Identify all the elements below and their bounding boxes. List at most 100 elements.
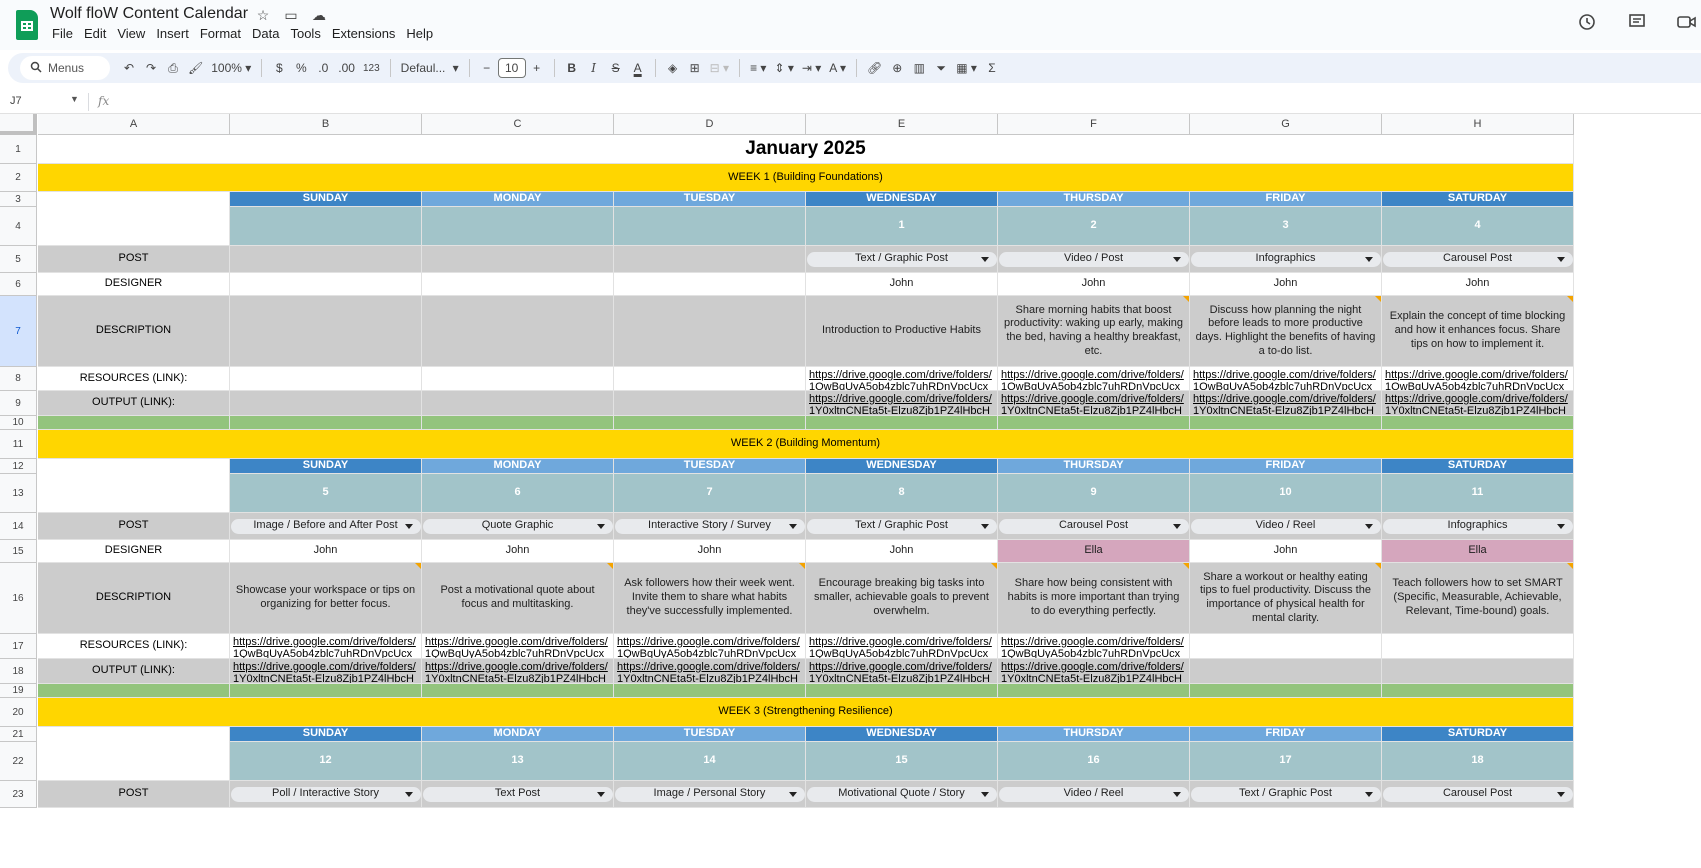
designer-cell[interactable]: Ella <box>998 540 1190 563</box>
designer-cell[interactable]: John <box>806 273 998 296</box>
date-cell[interactable]: 14 <box>614 742 806 781</box>
spacer-cell[interactable] <box>806 416 998 430</box>
description-cell[interactable]: Teach followers how to set SMART (Specif… <box>1382 563 1574 634</box>
post-type-cell[interactable] <box>614 246 806 273</box>
text-wrapping-icon[interactable]: ⇥ ▾ <box>798 56 825 80</box>
date-cell[interactable]: 17 <box>1190 742 1382 781</box>
output-link-cell[interactable]: https://drive.google.com/drive/folders/1… <box>1382 391 1574 416</box>
row-header-2[interactable]: 2 <box>0 164 37 192</box>
row-header-14[interactable]: 14 <box>0 513 37 540</box>
post-type-cell[interactable]: Infographics <box>1382 513 1574 540</box>
fill-color-icon[interactable]: ◈ <box>662 56 684 80</box>
output-label[interactable]: OUTPUT (LINK): <box>38 659 230 684</box>
post-type-dropdown[interactable]: Video / Post <box>998 251 1189 267</box>
day-header-monday[interactable]: MONDAY <box>422 459 614 474</box>
spacer-cell[interactable] <box>38 684 230 698</box>
post-type-cell[interactable]: Carousel Post <box>1382 246 1574 273</box>
spacer-cell[interactable] <box>1382 416 1574 430</box>
output-link-cell[interactable]: https://drive.google.com/drive/folders/1… <box>1190 391 1382 416</box>
post-type-cell[interactable]: Carousel Post <box>1382 781 1574 808</box>
post-type-dropdown[interactable]: Text / Graphic Post <box>1190 786 1381 802</box>
output-link-cell[interactable]: https://drive.google.com/drive/folders/1… <box>230 659 422 684</box>
font-size-decrease-icon[interactable]: − <box>476 56 498 80</box>
spacer-cell[interactable] <box>1190 416 1382 430</box>
resources-label[interactable]: RESOURCES (LINK): <box>38 367 230 391</box>
resource-link-cell[interactable]: https://drive.google.com/drive/folders/1… <box>998 367 1190 391</box>
post-type-cell[interactable]: Poll / Interactive Story <box>230 781 422 808</box>
insert-link-icon[interactable]: 🔗︎ <box>863 56 886 80</box>
blank-cell[interactable] <box>38 192 230 246</box>
designer-cell[interactable]: John <box>806 540 998 563</box>
output-link-cell[interactable] <box>614 391 806 416</box>
day-header-tuesday[interactable]: TUESDAY <box>614 192 806 207</box>
spacer-cell[interactable] <box>230 684 422 698</box>
day-header-tuesday[interactable]: TUESDAY <box>614 727 806 742</box>
row-header-5[interactable]: 5 <box>0 246 37 273</box>
menu-insert[interactable]: Insert <box>156 26 197 41</box>
spacer-cell[interactable] <box>614 416 806 430</box>
description-cell[interactable]: Ask followers how their week went. Invit… <box>614 563 806 634</box>
row-header-9[interactable]: 9 <box>0 391 37 416</box>
merge-cells-icon[interactable]: ⊟ ▾ <box>706 56 733 80</box>
print-icon[interactable]: ⎙ <box>162 56 184 80</box>
description-cell[interactable]: Discuss how planning the night before le… <box>1190 296 1382 367</box>
post-type-cell[interactable]: Text Post <box>422 781 614 808</box>
date-cell[interactable]: 9 <box>998 474 1190 513</box>
menu-extensions[interactable]: Extensions <box>332 26 404 41</box>
day-header-wednesday[interactable]: WEDNESDAY <box>806 459 998 474</box>
date-cell[interactable]: 8 <box>806 474 998 513</box>
date-cell[interactable]: 4 <box>1382 207 1574 246</box>
description-label[interactable]: DESCRIPTION <box>38 563 230 634</box>
post-type-dropdown[interactable]: Text / Graphic Post <box>806 518 997 534</box>
text-rotation-icon[interactable]: A ▾ <box>825 56 850 80</box>
font-select[interactable]: Defaul... ▾ <box>397 56 463 80</box>
post-type-dropdown[interactable]: Poll / Interactive Story <box>230 786 421 802</box>
row-header-23[interactable]: 23 <box>0 781 37 808</box>
designer-cell[interactable]: John <box>614 540 806 563</box>
day-header-monday[interactable]: MONDAY <box>422 192 614 207</box>
resource-link-cell[interactable] <box>1382 634 1574 659</box>
strikethrough-icon[interactable]: S <box>605 56 627 80</box>
designer-cell[interactable]: John <box>1190 540 1382 563</box>
day-header-saturday[interactable]: SATURDAY <box>1382 192 1574 207</box>
date-cell[interactable]: 15 <box>806 742 998 781</box>
menu-view[interactable]: View <box>117 26 153 41</box>
designer-cell[interactable]: John <box>998 273 1190 296</box>
date-cell[interactable]: 5 <box>230 474 422 513</box>
output-link-cell[interactable]: https://drive.google.com/drive/folders/1… <box>422 659 614 684</box>
row-header-8[interactable]: 8 <box>0 367 37 391</box>
post-type-dropdown[interactable]: Carousel Post <box>1382 786 1573 802</box>
day-header-saturday[interactable]: SATURDAY <box>1382 727 1574 742</box>
post-type-dropdown[interactable]: Carousel Post <box>998 518 1189 534</box>
date-cell[interactable]: 1 <box>806 207 998 246</box>
resource-link-cell[interactable]: https://drive.google.com/drive/folders/1… <box>806 367 998 391</box>
menu-tools[interactable]: Tools <box>290 26 328 41</box>
spacer-cell[interactable] <box>1382 684 1574 698</box>
output-link-cell[interactable] <box>1382 659 1574 684</box>
decrease-decimal-button[interactable]: .0 <box>312 56 334 80</box>
resource-link-cell[interactable]: https://drive.google.com/drive/folders/1… <box>230 634 422 659</box>
description-label[interactable]: DESCRIPTION <box>38 296 230 367</box>
menu-format[interactable]: Format <box>200 26 249 41</box>
date-cell[interactable]: 3 <box>1190 207 1382 246</box>
row-header-11[interactable]: 11 <box>0 430 37 459</box>
spacer-cell[interactable] <box>422 416 614 430</box>
version-history-icon[interactable] <box>1573 10 1601 34</box>
day-header-friday[interactable]: FRIDAY <box>1190 459 1382 474</box>
post-type-cell[interactable]: Text / Graphic Post <box>806 246 998 273</box>
day-header-sunday[interactable]: SUNDAY <box>230 192 422 207</box>
undo-icon[interactable]: ↶ <box>118 56 140 80</box>
day-header-thursday[interactable]: THURSDAY <box>998 459 1190 474</box>
day-header-saturday[interactable]: SATURDAY <box>1382 459 1574 474</box>
day-header-tuesday[interactable]: TUESDAY <box>614 459 806 474</box>
post-type-dropdown[interactable]: Text Post <box>422 786 613 802</box>
increase-decimal-button[interactable]: .00 <box>334 56 359 80</box>
output-link-cell[interactable] <box>1190 659 1382 684</box>
designer-cell[interactable]: John <box>1190 273 1382 296</box>
post-type-cell[interactable]: Video / Reel <box>998 781 1190 808</box>
post-type-dropdown[interactable]: Text / Graphic Post <box>806 251 997 267</box>
post-type-dropdown[interactable]: Video / Reel <box>998 786 1189 802</box>
sheets-logo-icon[interactable] <box>16 10 38 40</box>
functions-icon[interactable]: Σ <box>981 56 1003 80</box>
date-cell[interactable]: 13 <box>422 742 614 781</box>
